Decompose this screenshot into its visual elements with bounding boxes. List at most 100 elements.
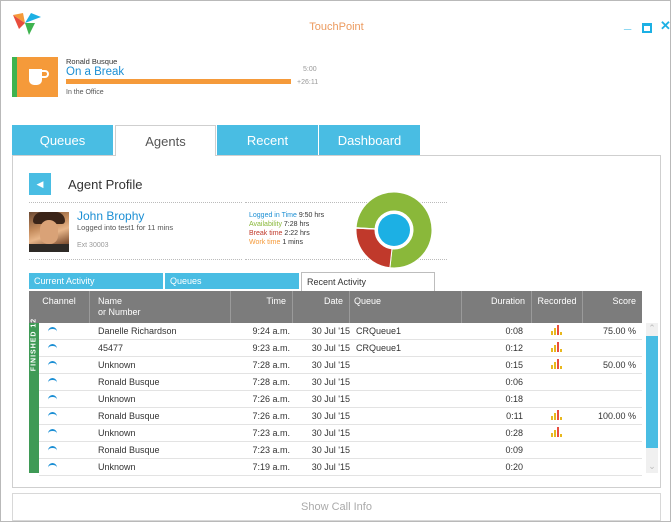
stat-value: 7:28 hrs [283, 221, 310, 228]
table-row[interactable]: Ronald Busque 7:26 a.m. 30 Jul '15 0:11 100.… [39, 408, 642, 425]
cell-duration: 0:20 [505, 462, 523, 472]
cell-duration: 0:18 [505, 394, 523, 404]
cell-date: 30 Jul '15 [311, 377, 350, 387]
close-button[interactable]: ✕ [660, 18, 671, 34]
status-location: In the Office [66, 89, 104, 96]
back-button[interactable]: ◀ [29, 173, 51, 195]
coffee-cup-icon [29, 69, 49, 85]
table-row[interactable]: 45477 9:23 a.m. 30 Jul '15 CRQueue1 0:12 [39, 340, 642, 357]
cell-time: 7:26 a.m. [252, 411, 290, 421]
chevron-left-icon: ◀ [36, 178, 44, 189]
page-title: Agent Profile [68, 177, 143, 192]
cell-time: 9:24 a.m. [252, 326, 290, 336]
cell-duration: 0:28 [505, 428, 523, 438]
table-row[interactable]: Unknown 7:23 a.m. 30 Jul '15 0:28 [39, 425, 642, 442]
cell-time: 9:23 a.m. [252, 343, 290, 353]
cell-date: 30 Jul '15 [311, 360, 350, 370]
cell-duration: 0:11 [506, 411, 523, 421]
stat-break-time: Break time 2:22 hrs [249, 230, 310, 237]
finished-count-text: FINISHED 12 [30, 317, 38, 372]
column-name[interactable]: Name or Number [90, 291, 231, 323]
cell-time: 7:26 a.m. [252, 394, 290, 404]
cell-date: 30 Jul '15 [311, 343, 350, 353]
column-date[interactable]: Date [293, 291, 350, 323]
cell-duration: 0:08 [505, 326, 523, 336]
tab-dashboard[interactable]: Dashboard [319, 125, 420, 155]
cell-date: 30 Jul '15 [311, 462, 350, 472]
table-row[interactable]: Ronald Busque 7:23 a.m. 30 Jul '15 0:09 [39, 442, 642, 459]
column-queue[interactable]: Queue [350, 291, 462, 323]
divider [29, 202, 242, 203]
stat-label: Break time [249, 230, 283, 237]
phone-icon [48, 429, 57, 435]
activity-table-body: Danelle Richardson 9:24 a.m. 30 Jul '15 CRQ… [39, 323, 642, 476]
status-indicator[interactable] [12, 57, 58, 97]
stat-availability: Availability 7:28 hrs [249, 221, 309, 228]
scroll-down-icon[interactable]: ⌄ [646, 461, 658, 473]
app-title: TouchPoint [309, 21, 364, 33]
cell-time: 7:23 a.m. [252, 445, 290, 455]
minimize-button[interactable]: _ [624, 16, 631, 31]
column-time[interactable]: Time [231, 291, 293, 323]
cell-name: Unknown [98, 360, 136, 370]
cell-date: 30 Jul '15 [311, 428, 350, 438]
phone-icon [48, 412, 57, 418]
tab-agents[interactable]: Agents [115, 125, 216, 156]
column-duration[interactable]: Duration [462, 291, 532, 323]
agent-login-info: Logged into test1 for 11 mins [77, 223, 174, 232]
tab-recent[interactable]: Recent [217, 125, 318, 155]
subtab-current-activity[interactable]: Current Activity [29, 273, 163, 289]
table-row[interactable]: Unknown 7:19 a.m. 30 Jul '15 0:20 [39, 459, 642, 476]
finished-count-label: FINISHED 12 [29, 318, 39, 473]
cell-name: Danelle Richardson [98, 326, 177, 336]
subtab-queues[interactable]: Queues [165, 273, 299, 289]
table-row[interactable]: Danelle Richardson 9:24 a.m. 30 Jul '15 CRQ… [39, 323, 642, 340]
cell-score: 75.00 % [602, 326, 636, 336]
show-call-info-button[interactable]: Show Call Info [12, 493, 661, 521]
cell-date: 30 Jul '15 [311, 394, 350, 404]
table-row[interactable]: Ronald Busque 7:28 a.m. 30 Jul '15 0:06 [39, 374, 642, 391]
cell-time: 7:19 a.m. [252, 462, 290, 472]
scrollbar-thumb[interactable] [646, 336, 658, 448]
recording-bars-icon[interactable] [551, 410, 562, 420]
cell-score: 100.00 % [597, 411, 636, 421]
cell-date: 30 Jul '15 [311, 326, 350, 336]
cell-duration: 0:06 [505, 377, 523, 387]
status-state[interactable]: On a Break [66, 66, 124, 78]
column-name-sublabel: or Number [98, 307, 141, 317]
subtab-recent-activity[interactable]: Recent Activity [301, 272, 435, 291]
column-channel[interactable]: Channel [29, 291, 90, 323]
status-user-name: Ronald Busque [66, 57, 118, 66]
tab-queues[interactable]: Queues [12, 125, 113, 155]
agent-name[interactable]: John Brophy [77, 209, 144, 223]
cell-name: Ronald Busque [98, 411, 160, 421]
cell-time: 7:23 a.m. [252, 428, 290, 438]
stat-label: Work time [249, 239, 281, 246]
stat-value: 1 mins [282, 239, 303, 246]
time-breakdown-donut [355, 191, 433, 269]
table-row[interactable]: Unknown 7:28 a.m. 30 Jul '15 0:15 50.00 % [39, 357, 642, 374]
phone-icon [48, 344, 57, 350]
cell-name: Unknown [98, 428, 136, 438]
cell-duration: 0:09 [505, 445, 523, 455]
stat-label: Logged in Time [249, 212, 297, 219]
recording-bars-icon[interactable] [551, 325, 562, 335]
stat-logged-in: Logged in Time 9:50 hrs [249, 212, 324, 219]
column-recorded[interactable]: Recorded [532, 291, 583, 323]
cell-date: 30 Jul '15 [311, 445, 350, 455]
recording-bars-icon[interactable] [551, 359, 562, 369]
recording-bars-icon[interactable] [551, 342, 562, 352]
break-overtime: +26:11 [297, 79, 319, 86]
cell-duration: 0:15 [505, 360, 523, 370]
scroll-up-icon[interactable]: ⌃ [646, 323, 658, 335]
donut-center [378, 214, 410, 246]
table-header: Channel Name or Number Time Date Queue D… [29, 291, 642, 323]
cell-duration: 0:12 [505, 343, 523, 353]
agent-extension: Ext 30003 [77, 242, 109, 249]
stat-value: 2:22 hrs [284, 230, 310, 237]
column-score[interactable]: Score [583, 291, 642, 323]
table-row[interactable]: Unknown 7:26 a.m. 30 Jul '15 0:18 [39, 391, 642, 408]
app-window: TouchPoint _ ✕ Ronald Busque On a Break … [0, 0, 671, 522]
maximize-button[interactable] [642, 23, 652, 33]
recording-bars-icon[interactable] [551, 427, 562, 437]
